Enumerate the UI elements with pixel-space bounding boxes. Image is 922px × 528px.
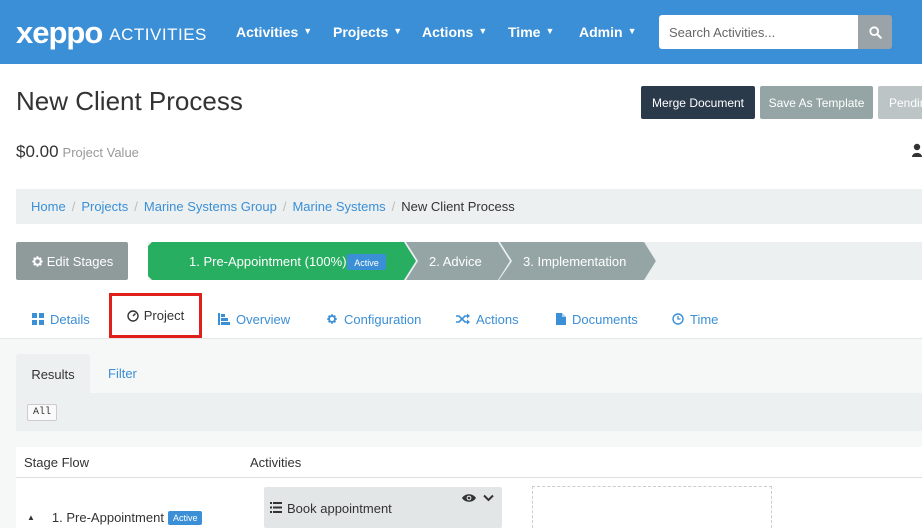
subtab-results[interactable]: Results <box>16 354 90 394</box>
breadcrumb-home[interactable]: Home <box>31 199 66 214</box>
nav-item-label: Activities <box>236 24 299 40</box>
eye-icon[interactable] <box>462 493 476 503</box>
document-icon <box>556 313 566 325</box>
page-title: New Client Process <box>16 86 243 116</box>
tab-details[interactable]: Details <box>32 308 90 330</box>
caret-down-icon: ▼ <box>627 26 637 36</box>
nav-item-label: Admin <box>579 24 623 40</box>
caret-down-icon: ▼ <box>303 26 313 36</box>
nav-item-label: Time <box>508 24 541 40</box>
column-header-stage-flow: Stage Flow <box>24 455 90 470</box>
breadcrumb-separator: / <box>282 199 287 214</box>
nav-item-time[interactable]: Time ▼ <box>508 0 554 64</box>
merge-document-button[interactable]: Merge Document <box>641 86 755 119</box>
breadcrumb: Home / Projects / Marine Systems Group /… <box>16 189 922 224</box>
breadcrumb-marine-systems[interactable]: Marine Systems <box>292 199 385 214</box>
tab-overview-label: Overview <box>236 311 291 327</box>
search-box <box>659 15 892 49</box>
breadcrumb-projects[interactable]: Projects <box>81 199 128 214</box>
breadcrumb-current: New Client Process <box>401 199 515 214</box>
shuffle-icon <box>456 313 470 325</box>
nav-item-projects[interactable]: Projects ▼ <box>333 0 402 64</box>
tab-overview[interactable]: Overview <box>218 308 290 330</box>
caret-down-icon: ▼ <box>393 26 403 36</box>
stage-1-active-badge-text: Active <box>354 258 379 268</box>
breadcrumb-separator: / <box>391 199 396 214</box>
tab-project-label: Project <box>143 308 185 323</box>
tab-time[interactable]: Time <box>672 308 718 330</box>
pending-button[interactable]: Pending <box>878 86 922 119</box>
breadcrumb-marine-systems-group[interactable]: Marine Systems Group <box>144 199 277 214</box>
user-icon[interactable] <box>912 143 922 157</box>
stage-progress-bar: 1. Pre-Appointment (100%) Active 2. Advi… <box>148 242 922 280</box>
stage-3-label: 3. Implementation <box>523 254 626 269</box>
tab-project[interactable]: Project <box>109 293 202 338</box>
tab-actions[interactable]: Actions <box>456 308 519 330</box>
gear-icon <box>32 255 43 267</box>
overview-icon <box>218 313 230 325</box>
stage-flow-row[interactable]: ▲ 1. Pre-Appointment Active <box>27 510 203 525</box>
tab-actions-label: Actions <box>476 311 519 327</box>
edit-stages-label: Edit Stages <box>46 253 114 269</box>
activity-card[interactable]: Book appointment <box>264 487 502 528</box>
filter-all-badge[interactable]: All <box>27 404 58 421</box>
stage-2-label: 2. Advice <box>429 254 482 269</box>
project-value-label: Project Value <box>62 145 139 160</box>
status-badge: Active <box>167 510 203 525</box>
stage-flow-row-label: 1. Pre-Appointment <box>51 510 164 525</box>
brand-logo-text: xeppo <box>16 15 103 50</box>
tab-time-label: Time <box>690 311 719 327</box>
caret-down-icon: ▼ <box>478 26 488 36</box>
stage-1-label: 1. Pre-Appointment (100%) <box>189 254 347 269</box>
nav-item-activities[interactable]: Activities ▼ <box>236 0 312 64</box>
subtab-filter[interactable]: Filter <box>108 366 137 381</box>
tab-documents[interactable]: Documents <box>556 308 638 330</box>
search-icon <box>868 25 882 39</box>
search-input[interactable] <box>659 15 858 49</box>
chevron-down-icon[interactable] <box>483 494 494 502</box>
nav-item-actions[interactable]: Actions ▼ <box>422 0 487 64</box>
list-icon <box>270 502 282 513</box>
column-header-activities: Activities <box>250 455 302 470</box>
collapse-triangle-icon[interactable]: ▲ <box>27 513 35 522</box>
project-value-amount: $0.00 <box>16 142 59 161</box>
activity-drop-zone[interactable] <box>532 486 772 528</box>
filter-strip <box>16 393 922 431</box>
breadcrumb-separator: / <box>71 199 76 214</box>
clock-icon <box>672 313 684 325</box>
tab-configuration-label: Configuration <box>344 311 422 327</box>
caret-down-icon: ▼ <box>545 26 555 36</box>
tab-details-label: Details <box>50 311 90 327</box>
nav-item-label: Projects <box>333 24 389 40</box>
edit-stages-button[interactable]: Edit Stages <box>16 242 128 280</box>
activity-label: Book appointment <box>287 501 392 516</box>
dashboard-icon <box>127 309 139 322</box>
nav-item-admin[interactable]: Admin ▼ <box>579 0 636 64</box>
tab-documents-label: Documents <box>572 311 638 327</box>
tab-configuration[interactable]: Configuration <box>326 308 421 330</box>
gear-icon <box>327 314 337 324</box>
brand-logo[interactable]: xeppo ACTIVITIES <box>16 15 207 50</box>
breadcrumb-separator: / <box>134 199 138 214</box>
project-value: $0.00 Project Value <box>16 142 139 162</box>
top-navbar: xeppo ACTIVITIES Activities ▼ Projects ▼ A… <box>0 0 922 64</box>
search-button[interactable] <box>858 15 892 49</box>
save-as-template-button[interactable]: Save As Template <box>760 86 873 119</box>
table-header-divider <box>16 477 922 478</box>
brand-product-name: ACTIVITIES <box>109 24 207 44</box>
grid-icon <box>32 313 44 325</box>
nav-item-label: Actions <box>422 24 474 40</box>
